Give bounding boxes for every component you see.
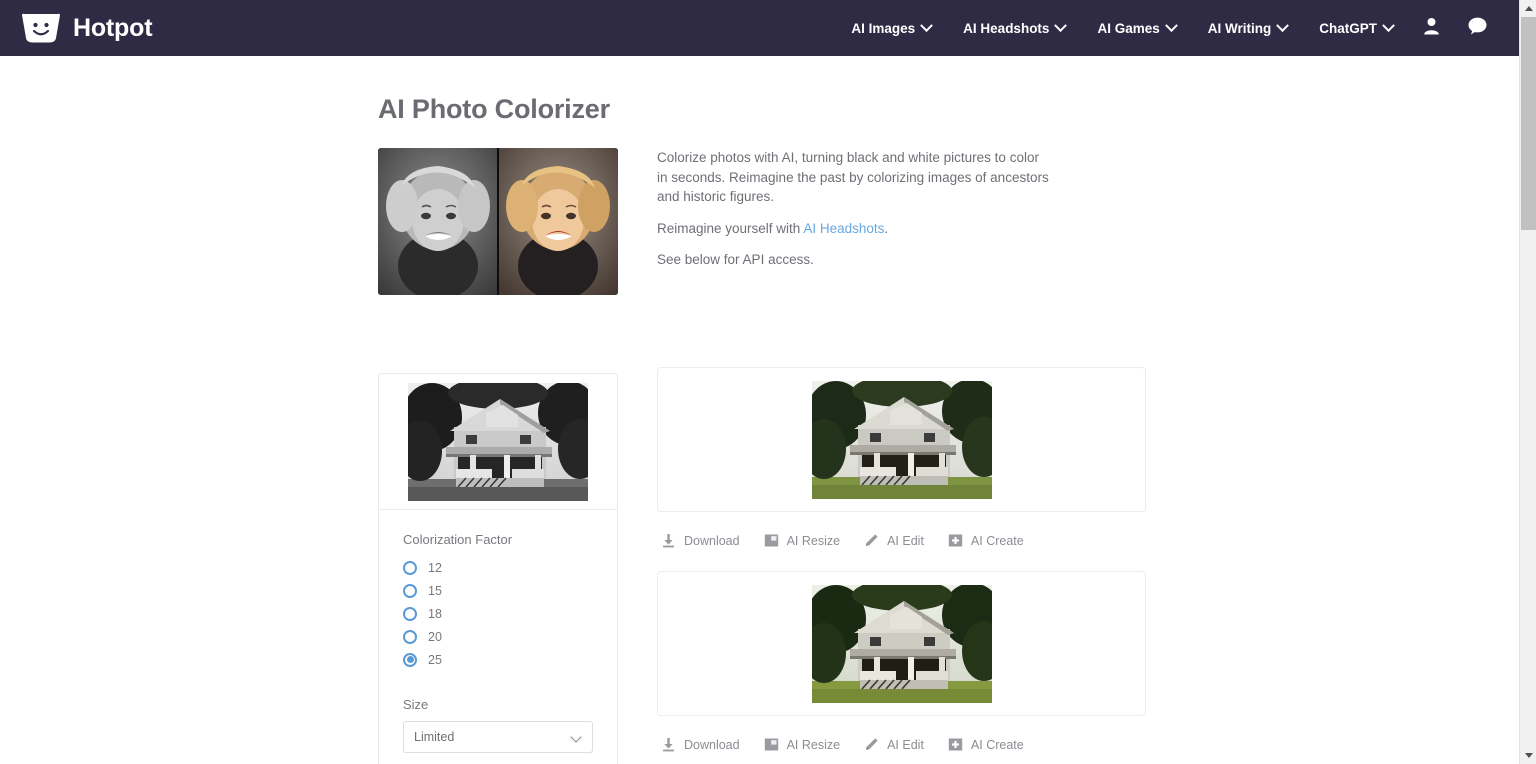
intro-paragraph-3: See below for API access. xyxy=(657,250,1049,270)
radio-label: 15 xyxy=(428,584,442,598)
nav-item-ai-games[interactable]: AI Games xyxy=(1081,21,1191,36)
triangle-down-icon xyxy=(1525,753,1533,758)
vertical-scrollbar[interactable] xyxy=(1519,0,1536,764)
site-header: Hotpot AI Images AI Headshots AI Games A… xyxy=(0,0,1519,56)
intro-paragraph-2: Reimagine yourself with AI Headshots. xyxy=(657,219,1049,239)
chevron-down-icon xyxy=(1382,19,1395,32)
radio-circle-icon xyxy=(403,630,417,644)
results-spacer xyxy=(657,556,1146,571)
source-image-thumbnail xyxy=(408,383,588,501)
intro-paragraph-1: Colorize photos with AI, turning black a… xyxy=(657,148,1049,207)
action-label: Download xyxy=(684,534,740,548)
result-image xyxy=(812,381,992,499)
page-title: AI Photo Colorizer xyxy=(378,94,610,125)
radio-circle-icon xyxy=(403,607,417,621)
download-icon xyxy=(661,737,676,752)
ai-create-button[interactable]: AI Create xyxy=(948,737,1024,752)
nav-item-label: ChatGPT xyxy=(1319,21,1377,36)
action-label: AI Resize xyxy=(787,738,841,752)
radio-label: 20 xyxy=(428,630,442,644)
result-image xyxy=(812,585,992,703)
result-action-bar: Download AI Resize xyxy=(657,512,1146,556)
result-card[interactable] xyxy=(657,571,1146,716)
chevron-down-icon xyxy=(1165,19,1178,32)
chevron-down-icon xyxy=(1276,19,1289,32)
size-field: Size Limited xyxy=(403,697,593,753)
radio-label: 12 xyxy=(428,561,442,575)
result-action-bar: Download AI Resize xyxy=(657,716,1146,760)
intro-paragraph-2-prefix: Reimagine yourself with xyxy=(657,221,803,236)
intro-description: Colorize photos with AI, turning black a… xyxy=(657,148,1049,270)
radio-circle-icon xyxy=(403,584,417,598)
size-select-value: Limited xyxy=(414,730,454,744)
hotpot-smiley-logo-icon xyxy=(20,13,62,43)
action-label: AI Resize xyxy=(787,534,841,548)
resize-icon xyxy=(764,533,779,548)
source-image-container[interactable] xyxy=(379,374,617,509)
page-content: AI Photo Colorizer xyxy=(0,56,1519,764)
intro-before-after-image xyxy=(378,148,618,295)
radio-option-12[interactable]: 12 xyxy=(403,556,593,579)
user-icon xyxy=(1423,17,1440,40)
plus-square-icon xyxy=(948,737,963,752)
scroll-down-arrow[interactable] xyxy=(1520,747,1536,764)
colorization-factor-label: Colorization Factor xyxy=(403,532,593,547)
download-button[interactable]: Download xyxy=(661,533,740,548)
nav-item-ai-images[interactable]: AI Images xyxy=(835,21,947,36)
result-card[interactable] xyxy=(657,367,1146,512)
radio-option-15[interactable]: 15 xyxy=(403,579,593,602)
nav-item-label: AI Games xyxy=(1097,21,1159,36)
intro-paragraph-2-suffix: . xyxy=(884,221,888,236)
panel-body: Colorization Factor 12 15 18 20 25 xyxy=(379,510,617,753)
scrollbar-thumb[interactable] xyxy=(1521,17,1536,230)
action-label: AI Create xyxy=(971,534,1024,548)
ai-headshots-link[interactable]: AI Headshots xyxy=(803,221,884,236)
chevron-down-icon xyxy=(1055,19,1068,32)
action-label: AI Edit xyxy=(887,738,924,752)
radio-option-20[interactable]: 20 xyxy=(403,625,593,648)
brand-name: Hotpot xyxy=(73,14,152,43)
size-label: Size xyxy=(403,697,593,712)
nav-item-label: AI Headshots xyxy=(963,21,1049,36)
download-icon xyxy=(661,533,676,548)
download-button[interactable]: Download xyxy=(661,737,740,752)
chat-button[interactable] xyxy=(1454,17,1501,40)
size-select[interactable]: Limited xyxy=(403,721,593,753)
results-column: Download AI Resize xyxy=(657,367,1146,760)
account-button[interactable] xyxy=(1409,17,1454,40)
resize-icon xyxy=(764,737,779,752)
radio-circle-selected-icon xyxy=(403,653,417,667)
ai-resize-button[interactable]: AI Resize xyxy=(764,737,841,752)
ai-resize-button[interactable]: AI Resize xyxy=(764,533,841,548)
radio-option-25[interactable]: 25 xyxy=(403,648,593,671)
nav-item-chatgpt[interactable]: ChatGPT xyxy=(1303,21,1409,36)
chevron-down-icon xyxy=(920,19,933,32)
chat-bubble-icon xyxy=(1468,17,1487,40)
triangle-up-icon xyxy=(1525,6,1533,11)
pencil-icon xyxy=(864,737,879,752)
plus-square-icon xyxy=(948,533,963,548)
radio-label: 25 xyxy=(428,653,442,667)
nav-item-ai-writing[interactable]: AI Writing xyxy=(1192,21,1304,36)
chevron-down-icon xyxy=(570,731,581,742)
radio-option-18[interactable]: 18 xyxy=(403,602,593,625)
radio-label: 18 xyxy=(428,607,442,621)
scroll-up-arrow[interactable] xyxy=(1520,0,1536,17)
ai-edit-button[interactable]: AI Edit xyxy=(864,533,924,548)
control-panel: Colorization Factor 12 15 18 20 25 xyxy=(378,373,618,764)
radio-circle-icon xyxy=(403,561,417,575)
action-label: Download xyxy=(684,738,740,752)
ai-create-button[interactable]: AI Create xyxy=(948,533,1024,548)
nav-item-label: AI Images xyxy=(851,21,915,36)
main-navigation: AI Images AI Headshots AI Games AI Writi… xyxy=(835,17,1519,40)
action-label: AI Edit xyxy=(887,534,924,548)
pencil-icon xyxy=(864,533,879,548)
action-label: AI Create xyxy=(971,738,1024,752)
brand-logo-link[interactable]: Hotpot xyxy=(20,13,152,43)
nav-item-ai-headshots[interactable]: AI Headshots xyxy=(947,21,1081,36)
nav-item-label: AI Writing xyxy=(1208,21,1272,36)
ai-edit-button[interactable]: AI Edit xyxy=(864,737,924,752)
